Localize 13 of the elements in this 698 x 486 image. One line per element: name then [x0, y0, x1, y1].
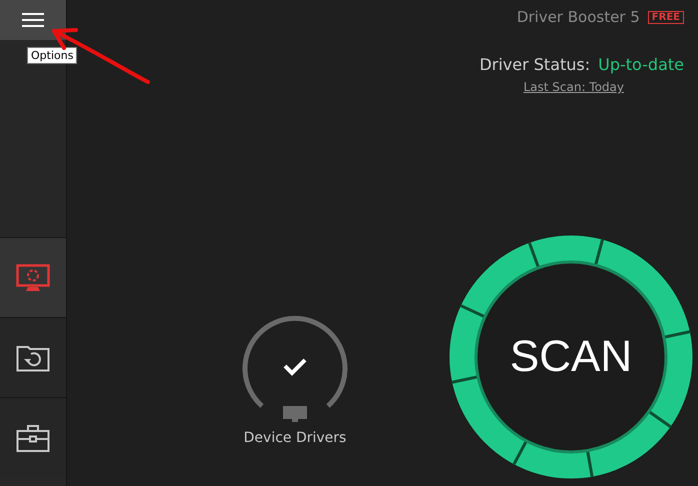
menu-button[interactable]	[0, 0, 66, 40]
device-drivers-label: Device Drivers	[244, 430, 346, 446]
toolbox-icon	[16, 424, 50, 452]
monitor-icon	[16, 264, 50, 292]
app-title: Driver Booster 5	[516, 8, 640, 26]
status-value: Up-to-date	[598, 55, 684, 74]
menu-icon	[22, 13, 44, 27]
last-scan-link[interactable]: Last Scan: Today	[523, 80, 624, 94]
status-label: Driver Status:	[479, 55, 590, 74]
options-tooltip: Options	[27, 47, 78, 64]
scan-button[interactable]: SCAN	[448, 234, 694, 480]
folder-restore-icon	[16, 344, 50, 372]
edition-badge: FREE	[648, 10, 684, 24]
